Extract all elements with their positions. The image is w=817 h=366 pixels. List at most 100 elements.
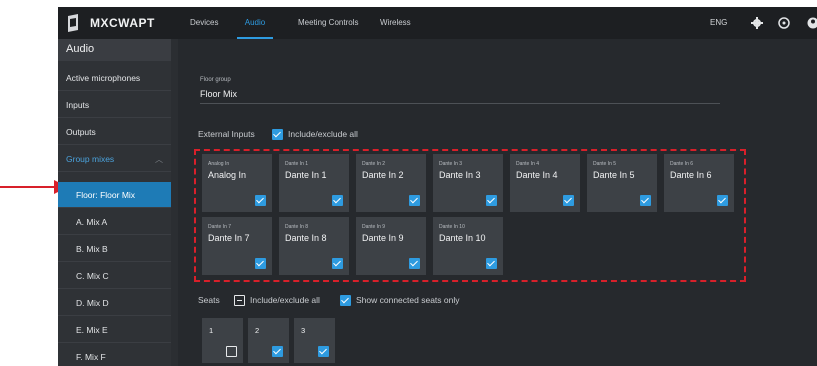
account-icon[interactable] (807, 17, 817, 29)
tab-audio[interactable]: Audio (237, 7, 273, 39)
sidebar: Audio Active microphones Inputs Outputs … (58, 39, 171, 366)
seat-checkbox[interactable] (272, 346, 283, 357)
input-card-name: Dante In 9 (362, 233, 404, 243)
input-card-dante-in-8[interactable]: Dante In 8 Dante In 8 (279, 217, 349, 275)
input-card-name: Dante In 5 (593, 170, 635, 180)
main-panel: Floor group Floor Mix External Inputs In… (178, 39, 817, 366)
input-card-type: Dante In 7 (208, 224, 232, 230)
sidebar-item-label: B. Mix B (76, 244, 108, 254)
input-card-type: Dante In 3 (439, 161, 463, 167)
sidebar-item-mix-a[interactable]: A. Mix A (58, 209, 171, 235)
input-card-type: Dante In 5 (593, 161, 617, 167)
sidebar-item-floor-floor-mix[interactable]: Floor: Floor Mix (58, 182, 171, 208)
floor-group-label: Floor group (200, 77, 231, 83)
input-card-type: Dante In 8 (285, 224, 309, 230)
sidebar-item-label: C. Mix C (76, 271, 109, 281)
sidebar-item-label: D. Mix D (76, 298, 109, 308)
help-icon[interactable] (778, 17, 790, 29)
input-card-dante-in-9[interactable]: Dante In 9 Dante In 9 (356, 217, 426, 275)
input-card-name: Dante In 6 (670, 170, 712, 180)
input-checkbox[interactable] (563, 195, 574, 206)
input-card-type: Dante In 2 (362, 161, 386, 167)
input-checkbox[interactable] (332, 258, 343, 269)
seats-include-all-label: Include/exclude all (250, 295, 320, 305)
input-card-name: Dante In 4 (516, 170, 558, 180)
sidebar-item-label: Active microphones (66, 73, 141, 83)
input-card-name: Analog In (208, 170, 247, 180)
sidebar-item-mix-d[interactable]: D. Mix D (58, 290, 171, 316)
input-checkbox[interactable] (409, 258, 420, 269)
sidebar-item-label: Inputs (66, 100, 90, 110)
show-connected-seats-label: Show connected seats only (356, 295, 460, 305)
sidebar-item-active-microphones[interactable]: Active microphones (58, 65, 171, 91)
input-card-dante-in-5[interactable]: Dante In 5 Dante In 5 (587, 154, 657, 212)
floor-group-underline (200, 103, 720, 104)
seats-include-all-checkbox[interactable] (234, 295, 245, 306)
language-selector[interactable]: ENG (710, 7, 727, 39)
input-card-type: Dante In 4 (516, 161, 540, 167)
input-card-name: Dante In 3 (439, 170, 481, 180)
input-checkbox[interactable] (332, 195, 343, 206)
input-card-name: Dante In 7 (208, 233, 250, 243)
sidebar-item-mix-f[interactable]: F. Mix F (58, 344, 171, 366)
input-card-name: Dante In 10 (439, 233, 486, 243)
input-card-type: Dante In 6 (670, 161, 694, 167)
sidebar-item-label: F. Mix F (76, 352, 106, 362)
input-checkbox[interactable] (640, 195, 651, 206)
input-card-dante-in-7[interactable]: Dante In 7 Dante In 7 (202, 217, 272, 275)
brand-name: MXCWAPT (90, 16, 155, 30)
external-include-all-checkbox[interactable] (272, 129, 283, 140)
input-checkbox[interactable] (255, 258, 266, 269)
input-checkbox[interactable] (409, 195, 420, 206)
seat-card-1[interactable]: 1 (202, 318, 243, 363)
input-card-dante-in-1[interactable]: Dante In 1 Dante In 1 (279, 154, 349, 212)
seat-number: 2 (255, 326, 260, 335)
input-checkbox[interactable] (255, 195, 266, 206)
input-checkbox[interactable] (486, 195, 497, 206)
sidebar-item-mix-c[interactable]: C. Mix C (58, 263, 171, 289)
input-card-dante-in-2[interactable]: Dante In 2 Dante In 2 (356, 154, 426, 212)
brand[interactable]: MXCWAPT (66, 14, 155, 32)
sidebar-item-mix-b[interactable]: B. Mix B (58, 236, 171, 262)
show-connected-seats-checkbox[interactable] (340, 295, 351, 306)
input-card-dante-in-6[interactable]: Dante In 6 Dante In 6 (664, 154, 734, 212)
floor-group-field[interactable]: Floor Mix (200, 89, 237, 99)
input-checkbox[interactable] (486, 258, 497, 269)
sidebar-item-mix-e[interactable]: E. Mix E (58, 317, 171, 343)
input-card-name: Dante In 2 (362, 170, 404, 180)
sidebar-item-group-mixes[interactable]: Group mixes ︿ (58, 146, 171, 172)
input-card-type: Dante In 10 (439, 224, 465, 230)
input-card-name: Dante In 8 (285, 233, 327, 243)
tab-meeting-controls[interactable]: Meeting Controls (298, 7, 358, 39)
seat-checkbox[interactable] (318, 346, 329, 357)
seat-number: 3 (301, 326, 306, 335)
seat-card-2[interactable]: 2 (248, 318, 289, 363)
app-window: MXCWAPT Devices Audio Meeting Controls W… (58, 7, 817, 366)
input-card-dante-in-3[interactable]: Dante In 3 Dante In 3 (433, 154, 503, 212)
seat-checkbox[interactable] (226, 346, 237, 357)
input-card-type: Dante In 1 (285, 161, 309, 167)
seats-label: Seats (198, 295, 220, 305)
seat-card-3[interactable]: 3 (294, 318, 335, 363)
sidebar-header: Audio (58, 39, 171, 61)
sidebar-item-inputs[interactable]: Inputs (58, 92, 171, 118)
input-card-type: Analog In (208, 161, 230, 167)
tab-wireless[interactable]: Wireless (380, 7, 411, 39)
sidebar-item-label: Outputs (66, 127, 96, 137)
gear-icon[interactable] (751, 17, 763, 29)
input-card-dante-in-10[interactable]: Dante In 10 Dante In 10 (433, 217, 503, 275)
sidebar-title: Audio (66, 43, 95, 55)
external-inputs-label: External Inputs (198, 129, 255, 139)
sidebar-item-outputs[interactable]: Outputs (58, 119, 171, 145)
input-checkbox[interactable] (717, 195, 728, 206)
external-include-all-label: Include/exclude all (288, 129, 358, 139)
sidebar-item-label: Floor: Floor Mix (76, 190, 136, 200)
input-card-name: Dante In 1 (285, 170, 327, 180)
top-bar: MXCWAPT Devices Audio Meeting Controls W… (58, 7, 817, 39)
chevron-up-icon: ︿ (155, 155, 163, 164)
input-card-analog-in[interactable]: Analog In Analog In (202, 154, 272, 212)
sidebar-item-label: A. Mix A (76, 217, 108, 227)
tab-devices[interactable]: Devices (190, 7, 218, 39)
sidebar-item-label: E. Mix E (76, 325, 108, 335)
input-card-dante-in-4[interactable]: Dante In 4 Dante In 4 (510, 154, 580, 212)
